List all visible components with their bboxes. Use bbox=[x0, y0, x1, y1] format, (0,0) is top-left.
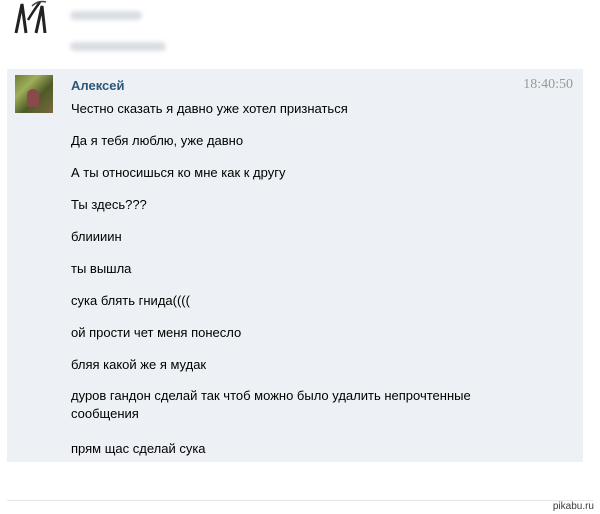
message-line: Да я тебя люблю, уже давно bbox=[71, 133, 244, 148]
blurred-previous-line-2 bbox=[70, 42, 166, 51]
message-line: блиииин bbox=[71, 229, 122, 244]
blurred-previous-line-1 bbox=[70, 11, 142, 20]
message-line: Ты здесь??? bbox=[71, 197, 147, 212]
message-time[interactable]: 18:40:50 bbox=[523, 77, 573, 93]
message-line: А ты относишься ко мне как к другу bbox=[71, 165, 286, 180]
divider bbox=[7, 500, 593, 501]
message-block: Алексей 18:40:50 Честно сказать я давно … bbox=[7, 69, 583, 462]
trees-sketch-icon bbox=[14, 0, 47, 34]
message-line: ой прости чет меня понесло bbox=[71, 325, 242, 340]
message-line: прям щас сделай сука bbox=[71, 441, 206, 456]
message-line: бляя какой же я мудак bbox=[71, 357, 207, 372]
author-name[interactable]: Алексей bbox=[71, 78, 125, 93]
message-line: ты вышла bbox=[71, 261, 132, 276]
watermark: pikabu.ru bbox=[552, 501, 594, 512]
message-line: Честно сказать я давно уже хотел признат… bbox=[71, 101, 348, 116]
previous-message-avatar[interactable] bbox=[12, 0, 54, 34]
message-line: сука блять гнида(((( bbox=[71, 293, 190, 308]
user-photo-avatar[interactable] bbox=[15, 75, 53, 113]
message-line: дуров гандон сделай так чтоб можно было … bbox=[71, 388, 471, 421]
